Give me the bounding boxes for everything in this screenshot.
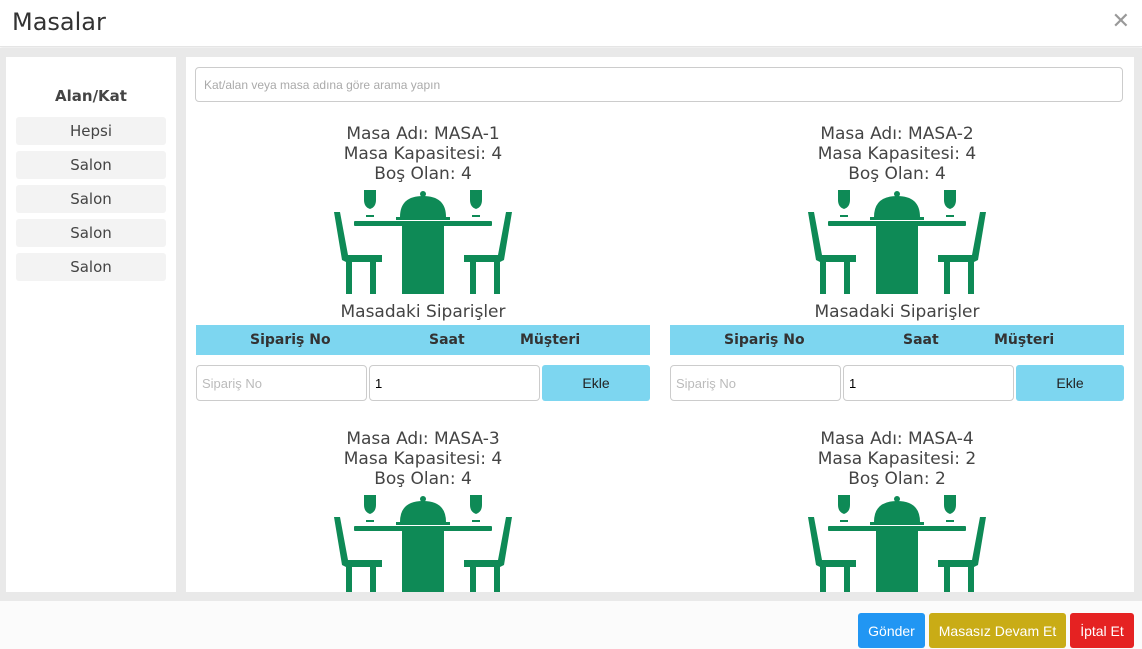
modal-body: Alan/Kat Hepsi Salon Salon Salon Salon M… [0,48,1142,601]
cancel-button[interactable]: İptal Et [1070,613,1134,648]
table-free: Boş Olan: 4 [374,164,472,184]
table-name: Masa Adı: MASA-3 [346,429,500,449]
table-free: Boş Olan: 4 [848,164,946,184]
table-capacity: Masa Kapasitesi: 4 [817,144,977,164]
column-customer: Müşteri [994,332,1055,348]
sidebar-item-salon[interactable]: Salon [16,219,166,247]
table-capacity: Masa Kapasitesi: 4 [343,144,503,164]
column-customer: Müşteri [520,332,581,348]
orders-title: Masadaki Siparişler [814,302,980,322]
sidebar-item-salon[interactable]: Salon [16,253,166,281]
orders-table-header: Sipariş No Saat Müşteri [670,325,1124,355]
column-time: Saat [903,332,939,348]
modal-header: Masalar ✕ [0,0,1142,47]
column-order-no: Sipariş No [250,332,331,348]
table-free: Boş Olan: 2 [848,469,946,489]
table-card: Masa Adı: MASA-3 Masa Kapasitesi: 4 Boş … [196,429,650,592]
add-order-row: Ekle [196,365,650,403]
table-name: Masa Adı: MASA-2 [820,124,974,144]
table-free: Boş Olan: 4 [374,469,472,489]
sidebar-title: Alan/Kat [55,87,127,105]
area-sidebar: Alan/Kat Hepsi Salon Salon Salon Salon [6,57,176,592]
dining-table-icon[interactable] [334,190,512,294]
table-card: Masa Adı: MASA-1 Masa Kapasitesi: 4 Boş … [196,124,650,403]
dining-table-icon[interactable] [808,495,986,592]
sidebar-item-hepsi[interactable]: Hepsi [16,117,166,145]
quantity-input[interactable] [369,365,540,401]
dining-table-icon[interactable] [808,190,986,294]
orders-title: Masadaki Siparişler [340,302,506,322]
order-no-input[interactable] [670,365,841,401]
dining-table-icon[interactable] [334,495,512,592]
tables-panel: Masa Adı: MASA-1 Masa Kapasitesi: 4 Boş … [186,57,1134,592]
table-capacity: Masa Kapasitesi: 2 [817,449,977,469]
table-capacity: Masa Kapasitesi: 4 [343,449,503,469]
table-card: Masa Adı: MASA-2 Masa Kapasitesi: 4 Boş … [670,124,1124,403]
orders-table-header: Sipariş No Saat Müşteri [196,325,650,355]
continue-without-table-button[interactable]: Masasız Devam Et [929,613,1066,648]
table-name: Masa Adı: MASA-1 [346,124,500,144]
column-order-no: Sipariş No [724,332,805,348]
search-input[interactable] [195,67,1123,102]
add-button[interactable]: Ekle [1016,365,1124,401]
table-name: Masa Adı: MASA-4 [820,429,974,449]
order-no-input[interactable] [196,365,367,401]
add-order-row: Ekle [670,365,1124,403]
add-button[interactable]: Ekle [542,365,650,401]
sidebar-item-salon[interactable]: Salon [16,151,166,179]
column-time: Saat [429,332,465,348]
quantity-input[interactable] [843,365,1014,401]
close-icon[interactable]: ✕ [1112,11,1130,33]
modal-footer: Gönder Masasız Devam Et İptal Et [0,601,1142,649]
sidebar-item-salon[interactable]: Salon [16,185,166,213]
table-card: Masa Adı: MASA-4 Masa Kapasitesi: 2 Boş … [670,429,1124,592]
modal-title: Masalar [12,8,106,36]
send-button[interactable]: Gönder [858,613,925,648]
